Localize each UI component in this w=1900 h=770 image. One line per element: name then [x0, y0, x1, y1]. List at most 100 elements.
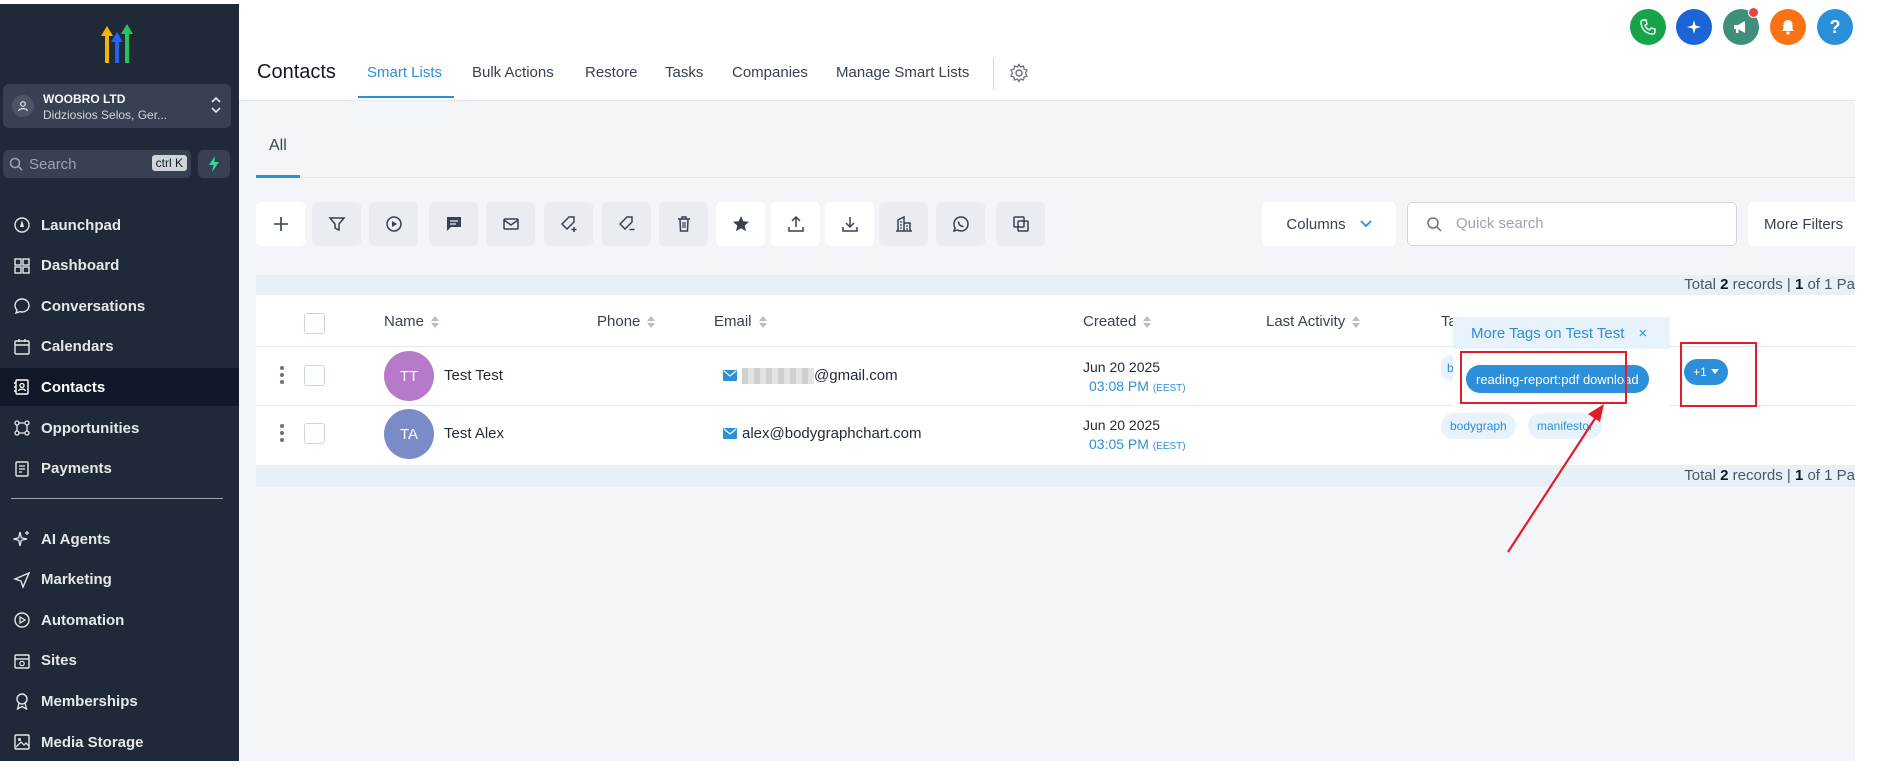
help-button[interactable]: ?: [1817, 9, 1853, 45]
sidebar-search[interactable]: Search ctrl K: [3, 150, 191, 178]
org-switcher[interactable]: WOOBRO LTD Didziosios Selos, Ger...: [3, 84, 231, 128]
created-date: Jun 20 2025: [1083, 417, 1161, 433]
column-header-phone[interactable]: Phone: [597, 313, 656, 330]
created-timezone: (EEST): [1152, 383, 1186, 394]
email-icon: [723, 428, 737, 439]
plus-icon: [273, 217, 288, 231]
sidebar-item-memberships[interactable]: Memberships: [0, 682, 239, 720]
sidebar-item-ai-agents[interactable]: AI Agents: [0, 520, 239, 558]
sidebar-item-marketing[interactable]: Marketing: [0, 561, 239, 599]
header-name-label: Name: [384, 313, 425, 330]
row-checkbox[interactable]: [304, 423, 325, 444]
tab-tasks[interactable]: Tasks: [665, 64, 703, 81]
quick-action-button[interactable]: [198, 150, 230, 178]
sidebar-item-label: Marketing: [41, 571, 112, 589]
column-header-last-activity[interactable]: Last Activity: [1266, 313, 1361, 330]
window-edge: [1855, 0, 1900, 770]
lightning-icon: [209, 156, 219, 172]
contact-name[interactable]: Test Alex: [444, 425, 504, 442]
more-filters-button[interactable]: More Filters: [1748, 202, 1868, 246]
tab-manage-smart-lists[interactable]: Manage Smart Lists: [836, 64, 969, 81]
announcements-button[interactable]: [1723, 7, 1759, 45]
ai-assist-button[interactable]: [1676, 9, 1712, 45]
award-icon: [12, 691, 32, 711]
row-checkbox[interactable]: [304, 365, 325, 386]
created-time: 03:08 PM (EEST): [1089, 378, 1186, 394]
gear-icon[interactable]: [1009, 63, 1029, 83]
select-all-checkbox[interactable]: [304, 313, 325, 334]
row-menu-icon[interactable]: [279, 423, 285, 443]
tag-plus-icon: [560, 216, 576, 232]
tab-smart-lists[interactable]: Smart Lists: [367, 64, 442, 81]
sidebar-divider: [11, 498, 223, 499]
megaphone-icon: [1734, 21, 1745, 33]
sidebar-item-conversations[interactable]: Conversations: [0, 287, 239, 325]
contact-email[interactable]: @gmail.com: [742, 367, 898, 385]
records-middle: records |: [1732, 276, 1791, 293]
remove-tag-button[interactable]: [602, 202, 651, 246]
columns-dropdown[interactable]: Columns: [1262, 202, 1396, 246]
image-icon: [12, 732, 32, 752]
add-contact-button[interactable]: [256, 202, 305, 246]
contact-email[interactable]: alex@bodygraphchart.com: [742, 425, 922, 442]
send-sms-button[interactable]: [429, 202, 478, 246]
sidebar-item-automation[interactable]: Automation: [0, 601, 239, 639]
merge-button[interactable]: [996, 202, 1045, 246]
export-button[interactable]: [771, 202, 820, 246]
sparkle-icon: [12, 529, 32, 549]
star-icon: [732, 216, 749, 232]
companies-button[interactable]: [879, 202, 928, 246]
sidebar-item-label: Payments: [41, 460, 112, 478]
tab-bulk-actions[interactable]: Bulk Actions: [472, 64, 554, 81]
row-menu-icon[interactable]: [279, 365, 285, 385]
upload-icon: [787, 215, 804, 232]
sort-icon: [647, 315, 656, 328]
sidebar-item-contacts[interactable]: Contacts: [0, 368, 239, 407]
sidebar-item-label: Conversations: [41, 297, 146, 315]
sidebar-item-launchpad[interactable]: Launchpad: [0, 206, 239, 244]
notifications-button[interactable]: [1770, 9, 1806, 45]
copy-icon: [1012, 216, 1029, 232]
delete-button[interactable]: [659, 202, 708, 246]
sidebar-item-calendars[interactable]: Calendars: [0, 328, 239, 366]
sidebar-item-opportunities[interactable]: Opportunities: [0, 409, 239, 447]
review-request-button[interactable]: [716, 202, 765, 246]
sidebar-item-sites[interactable]: Sites: [0, 642, 239, 680]
tag-minus-icon: [618, 216, 634, 231]
sidebar-item-payments[interactable]: Payments: [0, 450, 239, 488]
records-count: 2: [1720, 276, 1729, 293]
contact-name[interactable]: Test Test: [444, 367, 503, 384]
columns-label: Columns: [1286, 215, 1346, 233]
column-header-name[interactable]: Name: [384, 313, 440, 330]
tab-restore[interactable]: Restore: [585, 64, 638, 81]
column-header-email[interactable]: Email: [714, 313, 768, 330]
records-suffix: of 1 Pa: [1807, 276, 1855, 293]
filter-button[interactable]: [312, 202, 361, 246]
smart-list-tab-all[interactable]: All: [269, 137, 287, 155]
phone-button[interactable]: [1630, 9, 1666, 45]
column-header-created[interactable]: Created: [1083, 313, 1152, 330]
bell-icon: [1782, 20, 1794, 35]
sidebar-item-media-storage[interactable]: Media Storage: [0, 723, 239, 761]
sidebar-item-dashboard[interactable]: Dashboard: [0, 247, 239, 285]
whatsapp-button[interactable]: [936, 202, 985, 246]
building-icon: [12, 95, 34, 117]
import-button[interactable]: [825, 202, 874, 246]
quick-search-input[interactable]: [1456, 215, 1716, 232]
quick-search[interactable]: [1407, 202, 1737, 246]
contacts-icon: [12, 377, 32, 397]
close-icon[interactable]: ×: [1638, 325, 1647, 342]
sidebar-item-label: Opportunities: [41, 419, 140, 437]
sort-icon: [1352, 315, 1361, 328]
records-page: 1: [1794, 467, 1804, 484]
app-logo: [101, 24, 133, 63]
chevron-updown-icon: [211, 96, 221, 114]
add-tag-button[interactable]: [544, 202, 593, 246]
add-to-automation-button[interactable]: [369, 202, 418, 246]
redacted-email-part: [742, 368, 814, 385]
tab-companies[interactable]: Companies: [732, 64, 808, 81]
header-last-activity-label: Last Activity: [1266, 313, 1346, 330]
search-shortcut: ctrl K: [151, 155, 187, 171]
send-email-button[interactable]: [486, 202, 535, 246]
dashboard-icon: [12, 256, 32, 276]
